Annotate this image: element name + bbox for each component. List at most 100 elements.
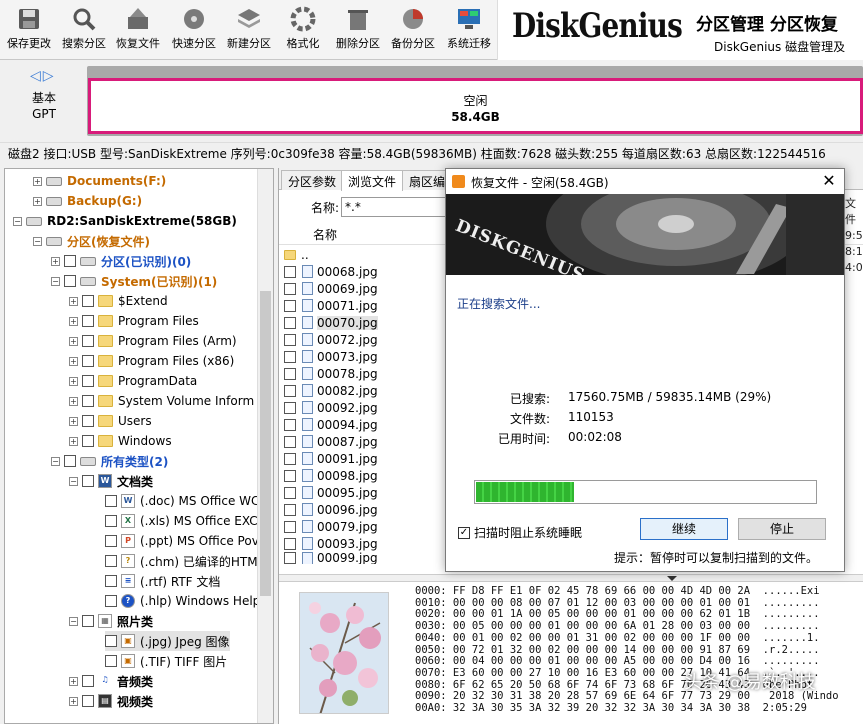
- format-button[interactable]: 格式化: [274, 4, 332, 58]
- tree-item[interactable]: + Program Files: [69, 311, 199, 331]
- recover-files-button[interactable]: 恢复文件: [109, 4, 167, 58]
- checkbox[interactable]: [284, 503, 296, 516]
- tree-item[interactable]: − 分区(恢复文件): [33, 231, 150, 251]
- checkbox[interactable]: [284, 316, 296, 329]
- list-item[interactable]: 00069.jpg: [279, 280, 449, 297]
- checkbox[interactable]: [64, 275, 76, 287]
- collapse-icon[interactable]: −: [13, 216, 22, 226]
- tree-item[interactable]: ≡ (.rtf) RTF 文档: [105, 571, 220, 591]
- checkbox[interactable]: [105, 655, 117, 667]
- list-item[interactable]: 00099.jpg: [279, 552, 449, 564]
- tree-item[interactable]: + ♫ 音频类: [69, 671, 153, 691]
- tree-item[interactable]: + Documents(F:): [33, 171, 166, 191]
- checkbox[interactable]: [284, 265, 296, 278]
- checkbox[interactable]: [284, 282, 296, 295]
- hex-view[interactable]: 0000: FF D8 FF E1 0F 02 45 78 69 66 00 0…: [415, 586, 863, 724]
- checkbox[interactable]: [284, 520, 296, 533]
- checkbox[interactable]: [82, 355, 94, 367]
- checkbox[interactable]: [284, 469, 296, 482]
- checkbox[interactable]: [82, 435, 94, 447]
- tree-item[interactable]: + System Volume Inform: [69, 391, 254, 411]
- checkbox[interactable]: [284, 418, 296, 431]
- tree-item[interactable]: − RD2:SanDiskExtreme(58GB): [13, 211, 237, 231]
- tree-item[interactable]: − W 文档类: [69, 471, 153, 491]
- close-icon[interactable]: ✕: [818, 171, 840, 191]
- list-item[interactable]: 00098.jpg: [279, 467, 449, 484]
- tab-browse-files[interactable]: 浏览文件: [341, 170, 404, 191]
- expand-icon[interactable]: +: [69, 676, 78, 686]
- disk-nav-arrows[interactable]: ◁▷: [30, 68, 56, 84]
- expand-icon[interactable]: +: [69, 436, 78, 446]
- checkbox[interactable]: [82, 375, 94, 387]
- list-item[interactable]: 00091.jpg: [279, 450, 449, 467]
- collapse-icon[interactable]: −: [69, 616, 78, 626]
- checkbox[interactable]: [64, 255, 76, 267]
- checkbox[interactable]: [284, 333, 296, 346]
- tree-item[interactable]: ? (.chm) 已编译的HTM: [105, 551, 258, 571]
- new-partition-button[interactable]: 新建分区: [220, 4, 278, 58]
- expand-icon[interactable]: +: [69, 416, 78, 426]
- collapse-icon[interactable]: −: [33, 236, 42, 246]
- expand-icon[interactable]: +: [51, 256, 60, 266]
- tree-item[interactable]: + ▤ 视频类: [69, 691, 153, 711]
- checkbox[interactable]: [82, 415, 94, 427]
- list-item[interactable]: 00087.jpg: [279, 433, 449, 450]
- tab-partition-params[interactable]: 分区参数: [281, 170, 344, 190]
- checkbox[interactable]: [82, 315, 94, 327]
- expand-icon[interactable]: +: [69, 696, 78, 706]
- tree-item[interactable]: + Program Files (Arm): [69, 331, 237, 351]
- expand-icon[interactable]: +: [69, 356, 78, 366]
- free-space-block[interactable]: 空闲 58.4GB: [88, 78, 863, 134]
- list-item-selected[interactable]: 00070.jpg: [279, 314, 449, 331]
- tree-scrollbar[interactable]: [257, 169, 273, 723]
- list-item[interactable]: 00093.jpg: [279, 535, 449, 552]
- continue-button[interactable]: 继续: [640, 518, 728, 540]
- checkbox[interactable]: [284, 435, 296, 448]
- checkbox[interactable]: [82, 675, 94, 687]
- tree-item[interactable]: − 所有类型(2): [51, 451, 168, 471]
- checkbox[interactable]: [105, 595, 117, 607]
- list-item[interactable]: 00079.jpg: [279, 518, 449, 535]
- tree-item[interactable]: P (.ppt) MS Office Pov: [105, 531, 259, 551]
- checkbox[interactable]: [105, 575, 117, 587]
- list-item[interactable]: 00071.jpg: [279, 297, 449, 314]
- list-item[interactable]: 00073.jpg: [279, 348, 449, 365]
- expand-icon[interactable]: +: [33, 196, 42, 206]
- tree-item[interactable]: + Program Files (x86): [69, 351, 234, 371]
- collapse-icon[interactable]: −: [51, 456, 60, 466]
- stop-button[interactable]: 停止: [738, 518, 826, 540]
- tree-item[interactable]: − ▦ 照片类: [69, 611, 153, 631]
- checkbox[interactable]: [105, 635, 117, 647]
- checkbox[interactable]: [82, 475, 94, 487]
- tree-item[interactable]: − System(已识别)(1): [51, 271, 217, 291]
- list-item[interactable]: 00072.jpg: [279, 331, 449, 348]
- checkbox[interactable]: [82, 295, 94, 307]
- expand-icon[interactable]: +: [69, 336, 78, 346]
- tree-item[interactable]: + $Extend: [69, 291, 168, 311]
- checkbox[interactable]: [284, 452, 296, 465]
- tree-item[interactable]: ? (.hlp) Windows Help: [105, 591, 260, 611]
- checkbox[interactable]: [284, 401, 296, 414]
- filename-filter-input[interactable]: [341, 197, 451, 217]
- backup-partition-button[interactable]: 备份分区: [384, 4, 442, 58]
- tree-item[interactable]: ▣ (.TIF) TIFF 图片: [105, 651, 227, 671]
- list-item[interactable]: 00094.jpg: [279, 416, 449, 433]
- list-item-parent[interactable]: ..: [279, 246, 449, 263]
- checkbox[interactable]: [105, 555, 117, 567]
- list-item[interactable]: 00092.jpg: [279, 399, 449, 416]
- tree-item[interactable]: + Users: [69, 411, 152, 431]
- checkbox[interactable]: [82, 335, 94, 347]
- collapse-icon[interactable]: −: [51, 276, 60, 286]
- checkbox[interactable]: [105, 515, 117, 527]
- list-item[interactable]: 00096.jpg: [279, 501, 449, 518]
- expand-icon[interactable]: +: [69, 316, 78, 326]
- list-item[interactable]: 00068.jpg: [279, 263, 449, 280]
- save-changes-button[interactable]: 保存更改: [0, 4, 58, 58]
- checkbox[interactable]: [284, 552, 296, 564]
- checkbox[interactable]: [105, 495, 117, 507]
- system-migration-button[interactable]: 系统迁移: [440, 4, 498, 58]
- checkbox[interactable]: [284, 350, 296, 363]
- expand-icon[interactable]: +: [69, 376, 78, 386]
- checkbox[interactable]: [82, 695, 94, 707]
- tree-item[interactable]: W (.doc) MS Office WC: [105, 491, 259, 511]
